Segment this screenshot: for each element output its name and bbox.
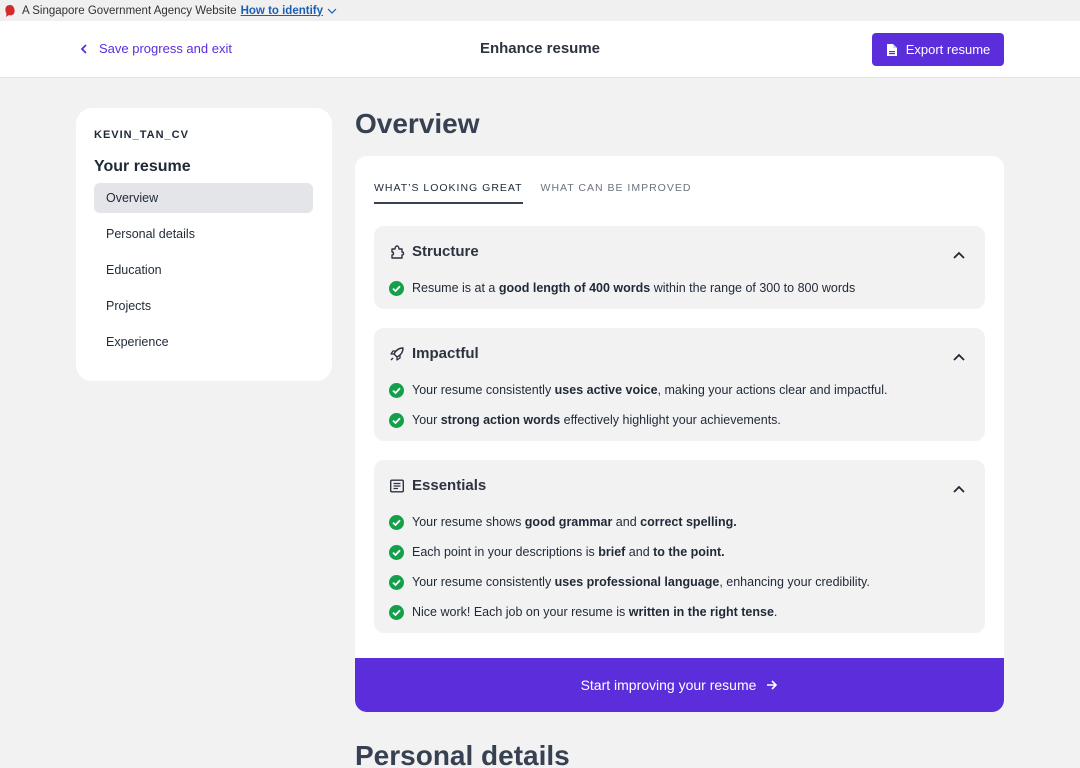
- list-item: Resume is at a good length of 400 words …: [389, 273, 970, 303]
- check-circle-icon: [389, 412, 404, 428]
- section-items: Your resume shows good grammar and corre…: [389, 507, 970, 627]
- check-circle-icon: [389, 514, 404, 530]
- list-item-text: Resume is at a good length of 400 words …: [412, 281, 855, 295]
- section-impactful: Impactful Your resume consistently uses …: [374, 328, 985, 441]
- item-text: and: [612, 515, 641, 529]
- list-item-text: Your resume consistently uses active voi…: [412, 383, 888, 397]
- list-item: Your resume consistently uses profession…: [389, 567, 970, 597]
- section-items: Resume is at a good length of 400 words …: [389, 273, 970, 303]
- item-text: Each point in your descriptions is: [412, 545, 599, 559]
- item-text: within the range of 300 to 800 words: [650, 281, 856, 295]
- export-resume-label: Export resume: [905, 42, 991, 57]
- section-impactful-header: Impactful: [389, 345, 479, 362]
- start-improving-label: Start improving your resume: [580, 677, 757, 693]
- section-title: Structure: [412, 243, 479, 260]
- list-item: Nice work! Each job on your resume is wr…: [389, 597, 970, 627]
- puzzle-icon: [391, 244, 405, 259]
- chevron-up-icon[interactable]: [953, 348, 965, 366]
- emphasis-text: brief: [598, 545, 626, 559]
- gov-banner-text: A Singapore Government Agency Website: [22, 4, 237, 17]
- list-item-text: Each point in your descriptions is brief…: [412, 545, 725, 559]
- section-items: Your resume consistently uses active voi…: [389, 375, 970, 435]
- section-title: Essentials: [412, 477, 487, 494]
- item-text: Nice work! Each job on your resume is: [412, 605, 629, 619]
- sidebar-item-personal-details[interactable]: Personal details: [94, 219, 313, 249]
- item-text: , making your actions clear and impactfu…: [657, 383, 888, 397]
- item-text: Your: [412, 413, 441, 427]
- start-improving-button[interactable]: Start improving your resume: [355, 658, 1004, 712]
- list-item: Your strong action words effectively hig…: [389, 405, 970, 435]
- how-to-identify-link[interactable]: How to identify: [241, 5, 323, 17]
- overview-card: WHAT’S LOOKING GREAT WHAT CAN BE IMPROVE…: [355, 156, 1004, 712]
- item-text: effectively highlight your achievements.: [560, 413, 781, 427]
- emphasis-text: to the point.: [653, 545, 725, 559]
- resume-sidebar: KEVIN_TAN_CV Your resume Overview Person…: [76, 108, 332, 381]
- list-item-text: Nice work! Each job on your resume is wr…: [412, 605, 777, 619]
- section-structure: Structure Resume is at a good length of …: [374, 226, 985, 309]
- document-icon: [390, 479, 405, 493]
- item-text: , enhancing your credibility.: [719, 575, 870, 589]
- emphasis-text: correct spelling.: [640, 515, 737, 529]
- emphasis-text: good length of 400 words: [498, 281, 651, 295]
- sidebar-item-projects[interactable]: Projects: [94, 291, 313, 321]
- list-item-text: Your resume consistently uses profession…: [412, 575, 870, 589]
- tab-looking-great[interactable]: WHAT’S LOOKING GREAT: [374, 182, 523, 204]
- chevron-up-icon[interactable]: [953, 480, 965, 498]
- emphasis-text: strong action words: [440, 413, 561, 427]
- personal-details-heading: Personal details: [355, 740, 570, 768]
- item-text: Your resume consistently: [412, 383, 555, 397]
- check-circle-icon: [389, 574, 404, 590]
- top-header: Save progress and exit Enhance resume Ex…: [0, 21, 1080, 78]
- item-text: Your resume shows: [412, 515, 525, 529]
- save-progress-exit-label: Save progress and exit: [99, 41, 232, 56]
- sidebar-item-overview[interactable]: Overview: [94, 183, 313, 213]
- lion-head-icon: [4, 4, 16, 18]
- check-circle-icon: [389, 604, 404, 620]
- tab-can-be-improved[interactable]: WHAT CAN BE IMPROVED: [541, 182, 692, 204]
- rocket-icon: [390, 346, 404, 361]
- check-circle-icon: [389, 280, 404, 296]
- chevron-left-icon: [80, 43, 87, 54]
- feedback-tabs: WHAT’S LOOKING GREAT WHAT CAN BE IMPROVE…: [374, 182, 709, 204]
- sidebar-heading: Your resume: [94, 158, 191, 175]
- resume-file-name: KEVIN_TAN_CV: [94, 129, 189, 141]
- section-title: Impactful: [412, 345, 479, 362]
- list-item-text: Your strong action words effectively hig…: [412, 413, 781, 427]
- section-structure-header: Structure: [389, 243, 479, 260]
- emphasis-text: uses professional language: [554, 575, 720, 589]
- chevron-up-icon[interactable]: [953, 246, 965, 264]
- sidebar-item-experience[interactable]: Experience: [94, 327, 313, 357]
- emphasis-text: written in the right tense: [628, 605, 774, 619]
- item-text: Your resume consistently: [412, 575, 555, 589]
- item-text: and: [625, 545, 654, 559]
- gov-banner: A Singapore Government Agency Website Ho…: [0, 0, 1080, 21]
- emphasis-text: uses active voice: [554, 383, 658, 397]
- section-essentials-header: Essentials: [389, 477, 486, 494]
- sidebar-item-education[interactable]: Education: [94, 255, 313, 285]
- list-item: Your resume consistently uses active voi…: [389, 375, 970, 405]
- emphasis-text: good grammar: [524, 515, 613, 529]
- section-essentials: Essentials Your resume shows good gramma…: [374, 460, 985, 633]
- list-item: Each point in your descriptions is brief…: [389, 537, 970, 567]
- item-text: Resume is at a: [412, 281, 499, 295]
- overview-heading: Overview: [355, 108, 480, 139]
- sidebar-nav: Overview Personal details Education Proj…: [94, 183, 313, 363]
- check-circle-icon: [389, 544, 404, 560]
- save-progress-exit-link[interactable]: Save progress and exit: [80, 41, 232, 56]
- item-text: .: [773, 605, 778, 619]
- list-item: Your resume shows good grammar and corre…: [389, 507, 970, 537]
- export-resume-button[interactable]: Export resume: [872, 33, 1004, 66]
- file-icon: [886, 43, 897, 56]
- arrow-right-icon: [767, 680, 778, 690]
- list-item-text: Your resume shows good grammar and corre…: [412, 515, 737, 529]
- chevron-down-icon[interactable]: [327, 5, 337, 17]
- check-circle-icon: [389, 382, 404, 398]
